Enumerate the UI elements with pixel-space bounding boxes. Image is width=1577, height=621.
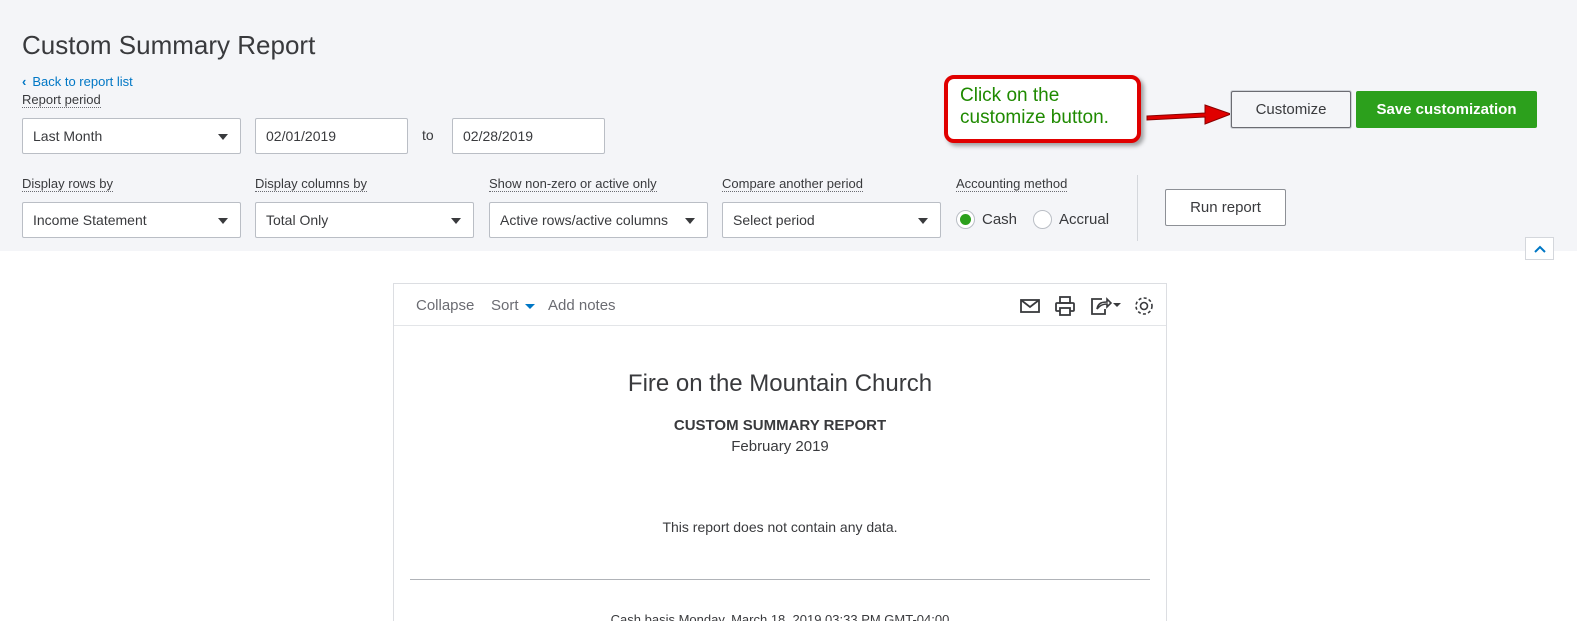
instruction-callout: Click on the customize button. [944, 75, 1141, 143]
caret-down-icon [451, 218, 461, 224]
display-rows-value: Income Statement [33, 212, 147, 228]
settings-gear-icon[interactable] [1132, 295, 1156, 317]
report-card: Collapse Sort Add notes Fire on the Moun… [393, 283, 1167, 621]
compare-period-label: Compare another period [722, 176, 863, 192]
back-to-report-list-link[interactable]: ‹ Back to report list [22, 74, 133, 89]
report-header-panel: Custom Summary Report ‹ Back to report l… [0, 0, 1577, 251]
report-period-text: February 2019 [731, 438, 829, 455]
cash-radio-label: Cash [982, 211, 1018, 228]
chevron-up-icon [1533, 245, 1546, 253]
callout-arrow-icon [1146, 104, 1233, 125]
report-footer: Cash basis Monday, March 18, 2019 03:33 … [610, 612, 950, 621]
email-icon[interactable] [1018, 295, 1042, 317]
report-period-label: Report period [22, 92, 101, 108]
accounting-method-label: Accounting method [956, 176, 1068, 192]
report-divider [410, 579, 1150, 580]
date-to-input[interactable]: 02/28/2019 [452, 118, 605, 154]
filter-divider [1137, 175, 1138, 241]
display-columns-select[interactable]: Total Only [255, 202, 474, 238]
date-from-value: 02/01/2019 [266, 128, 337, 144]
compare-period-value: Select period [733, 212, 815, 228]
caret-down-icon [685, 218, 695, 224]
callout-line-1: Click on the [960, 85, 1060, 106]
report-period-value: Last Month [33, 128, 103, 144]
add-notes-link[interactable]: Add notes [548, 297, 616, 314]
run-report-button[interactable]: Run report [1165, 189, 1286, 226]
cash-radio[interactable] [956, 210, 975, 229]
collapse-link[interactable]: Collapse [416, 297, 474, 314]
nonzero-label: Show non-zero or active only [489, 176, 657, 192]
display-columns-value: Total Only [266, 212, 329, 228]
display-rows-select[interactable]: Income Statement [22, 202, 241, 238]
save-customization-button[interactable]: Save customization [1356, 91, 1537, 128]
report-toolbar: Collapse Sort Add notes [394, 284, 1166, 326]
page-title: Custom Summary Report [22, 30, 316, 60]
caret-down-icon [218, 218, 228, 224]
accrual-radio[interactable] [1033, 210, 1053, 229]
caret-down-icon [918, 218, 928, 224]
compare-period-select[interactable]: Select period [722, 202, 941, 238]
chevron-left-icon: ‹ [22, 74, 27, 89]
date-range-to-label: to [422, 127, 434, 143]
callout-line-2: customize button. [960, 107, 1109, 128]
display-rows-label: Display rows by [22, 176, 114, 192]
print-icon[interactable] [1053, 295, 1077, 317]
empty-report-message: This report does not contain any data. [662, 519, 898, 535]
display-columns-label: Display columns by [255, 176, 367, 192]
sort-dropdown[interactable]: Sort [491, 297, 535, 314]
report-period-select[interactable]: Last Month [22, 118, 241, 154]
back-link-label: Back to report list [32, 74, 133, 89]
date-from-input[interactable]: 02/01/2019 [255, 118, 408, 154]
date-to-value: 02/28/2019 [463, 128, 534, 144]
export-icon[interactable] [1088, 295, 1122, 317]
sort-label: Sort [491, 297, 519, 314]
nonzero-select[interactable]: Active rows/active columns [489, 202, 708, 238]
caret-down-icon [524, 303, 535, 309]
report-name: CUSTOM SUMMARY REPORT [673, 417, 887, 434]
accounting-method-group: Cash Accrual [956, 210, 1125, 229]
collapse-header-button[interactable] [1525, 237, 1554, 260]
caret-down-icon [218, 134, 228, 140]
company-name: Fire on the Mountain Church [627, 370, 933, 397]
accrual-radio-label: Accrual [1059, 211, 1110, 228]
customize-button[interactable]: Customize [1231, 91, 1351, 128]
nonzero-value: Active rows/active columns [500, 212, 669, 228]
